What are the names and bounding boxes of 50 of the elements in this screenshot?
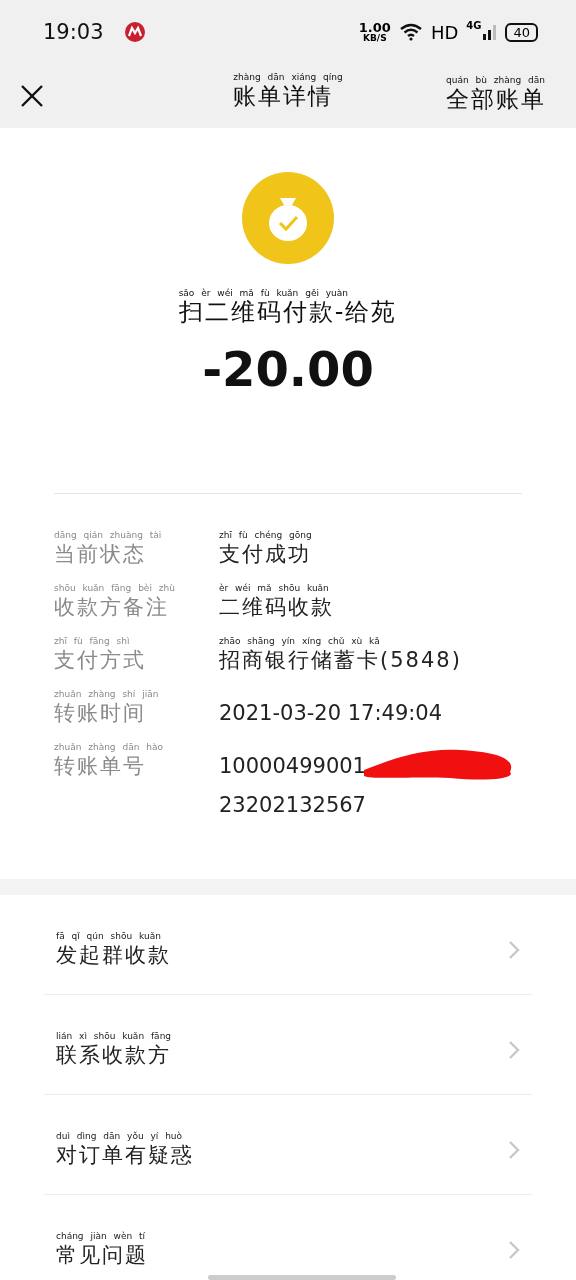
pinyin: cháng jiàn wèn tí [56, 1231, 146, 1242]
detail-label: 收款方备注 [54, 594, 169, 620]
payment-title: 扫二维码付款-给苑 [178, 299, 398, 325]
detail-value: 支付成功 [219, 541, 311, 567]
pinyin: shōu kuǎn fāng bèi zhù [54, 583, 175, 594]
menu-item[interactable]: 对订单有疑惑 [56, 1142, 194, 1168]
wifi-icon [398, 23, 423, 41]
detail-label: 转账单号 [54, 753, 146, 779]
detail-value: 10000499001 [219, 754, 366, 778]
battery-level: 40 [505, 22, 538, 42]
pinyin: dāng qián zhuàng tài [54, 530, 162, 541]
detail-value: 招商银行储蓄卡(5848) [219, 647, 462, 673]
chevron-icon[interactable] [508, 1239, 520, 1260]
pinyin: fā qǐ qún shōu kuǎn [56, 931, 161, 942]
bank-logo-icon [123, 21, 146, 43]
speed-unit: KB/S [363, 34, 387, 43]
close-icon[interactable] [20, 84, 44, 108]
detail-value: 2021-03-20 17:49:04 [219, 701, 443, 725]
chevron-icon[interactable] [508, 1139, 520, 1160]
page-title: 账单详情 [233, 83, 334, 109]
detail-value: 23202132567 [219, 793, 367, 817]
all-bills-link[interactable]: 全部账单 [446, 85, 546, 112]
detail-label: 转账时间 [54, 700, 146, 726]
detail-label: 当前状态 [54, 541, 146, 567]
status-time: 19:03 [43, 20, 104, 44]
pinyin: èr wéi mǎ shōu kuǎn [219, 583, 329, 594]
pinyin: sǎo èr wéi mǎ fù kuǎn gěi yuàn [178, 288, 349, 299]
detail-value: 二维码收款 [219, 594, 334, 620]
pinyin: zhuǎn zhàng dān hào [54, 742, 163, 753]
pinyin: zhī fù chéng gōng [219, 530, 312, 541]
money-bag-icon [242, 172, 334, 264]
chevron-icon[interactable] [508, 1039, 520, 1060]
menu-item[interactable]: 发起群收款 [56, 942, 171, 968]
menu-item[interactable]: 联系收款方 [56, 1042, 171, 1068]
pinyin: quán bù zhàng dān [446, 74, 545, 86]
network-speed: 1.00 [358, 21, 391, 34]
menu-item[interactable]: 常见问题 [56, 1242, 148, 1268]
hd-indicator: HD [430, 21, 459, 43]
network-type: 4G [466, 20, 482, 31]
detail-label: 支付方式 [54, 647, 146, 673]
signal-icon [483, 24, 498, 40]
home-indicator[interactable] [208, 1275, 396, 1280]
pinyin: zhuǎn zhàng shí jiān [54, 689, 159, 700]
pinyin: duì dìng dān yǒu yí huò [56, 1131, 183, 1142]
pinyin: lián xì shōu kuǎn fāng [56, 1031, 172, 1042]
pinyin: zhàng dān xiáng qíng [233, 72, 343, 83]
chevron-icon[interactable] [508, 939, 520, 960]
pinyin: zhāo shāng yín xíng chǔ xù kǎ [219, 636, 380, 647]
pinyin: zhī fù fāng shì [54, 636, 130, 647]
payment-amount: -20.00 [202, 341, 374, 397]
